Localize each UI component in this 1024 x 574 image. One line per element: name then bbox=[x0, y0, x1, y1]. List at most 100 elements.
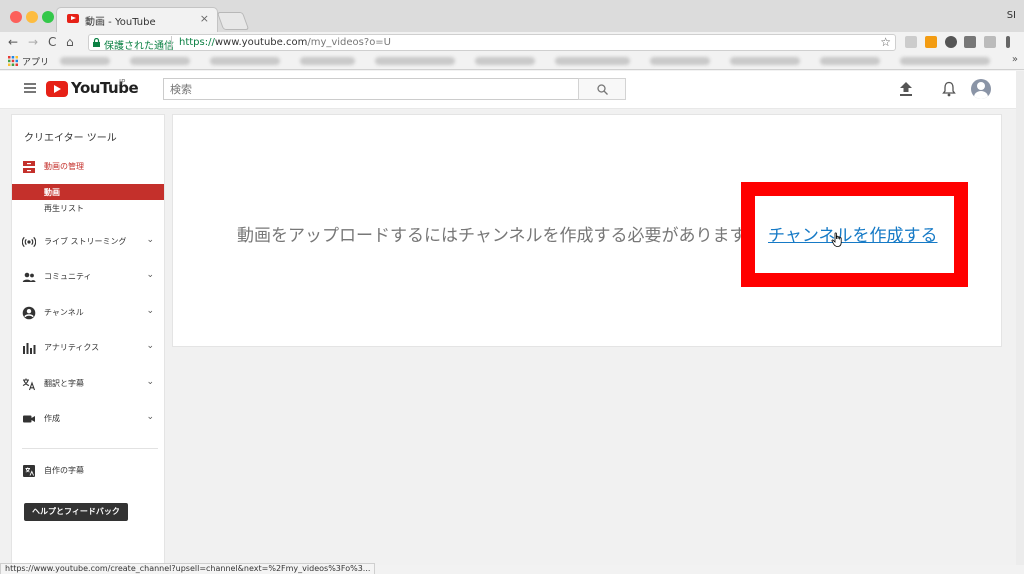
home-button[interactable]: ⌂ bbox=[66, 34, 74, 50]
video-manager-icon bbox=[23, 161, 35, 173]
sidebar-item-analytics[interactable]: アナリティクス ⌄ bbox=[12, 338, 164, 358]
channel-icon bbox=[22, 306, 36, 320]
avatar[interactable] bbox=[971, 79, 991, 99]
url-scheme: https:// bbox=[179, 37, 215, 48]
region-label: JP bbox=[119, 78, 126, 86]
search-button[interactable] bbox=[578, 78, 626, 100]
profile-initials[interactable]: SI bbox=[1007, 10, 1016, 21]
bookmark-item[interactable] bbox=[375, 57, 455, 65]
search-icon bbox=[597, 84, 608, 95]
video-camera-icon bbox=[23, 415, 35, 423]
guide-menu-icon[interactable] bbox=[24, 83, 36, 93]
sidebar-item-label: 作成 bbox=[44, 414, 60, 423]
chevron-down-icon: ⌄ bbox=[146, 270, 154, 280]
youtube-favicon-icon bbox=[67, 14, 79, 23]
back-button[interactable]: ← bbox=[8, 34, 18, 50]
menu-icon[interactable] bbox=[1006, 36, 1010, 48]
sidebar-item-community[interactable]: コミュニティ ⌄ bbox=[12, 267, 164, 287]
url-path: /my_videos?o=U bbox=[307, 37, 392, 48]
sidebar-item-create[interactable]: 作成 ⌄ bbox=[12, 409, 164, 429]
bookmark-item[interactable] bbox=[210, 57, 280, 65]
sidebar-item-channel[interactable]: チャンネル ⌄ bbox=[12, 303, 164, 323]
url-text: https://www.youtube.com/my_videos?o=U bbox=[179, 37, 391, 48]
hand-cursor-icon bbox=[831, 232, 842, 247]
sidebar-item-label: ライブ ストリーミング bbox=[44, 237, 127, 246]
sidebar-item-live[interactable]: ライブ ストリーミング ⌄ bbox=[12, 232, 164, 252]
youtube-logo-icon[interactable] bbox=[46, 81, 68, 97]
address-bar[interactable]: 保護された通信 https://www.youtube.com/my_video… bbox=[88, 34, 896, 52]
extension-icon[interactable] bbox=[984, 36, 996, 48]
apps-grid-icon[interactable] bbox=[8, 56, 18, 66]
browser-tab[interactable]: 動画 - YouTube × bbox=[56, 7, 218, 32]
url-host: www.youtube.com bbox=[214, 37, 308, 48]
status-bar-url: https://www.youtube.com/create_channel?u… bbox=[0, 563, 376, 574]
chevron-down-icon: ⌄ bbox=[146, 341, 154, 351]
tab-title: 動画 - YouTube bbox=[85, 17, 156, 28]
bookmarks-bar: アプリ » bbox=[0, 52, 1024, 70]
subtitles-icon bbox=[23, 465, 35, 477]
page-content: クリエイター ツール 動画の管理 動画 再生リスト ライブ ストリーミング ⌄ … bbox=[0, 110, 1016, 565]
sidebar-subitem-playlists[interactable]: 再生リスト bbox=[12, 200, 164, 216]
sidebar-item-label: 翻訳と字幕 bbox=[44, 379, 84, 388]
sidebar-subitem-label: 動画 bbox=[44, 188, 60, 197]
sidebar-item-label: アナリティクス bbox=[44, 343, 100, 352]
forward-button[interactable]: → bbox=[28, 34, 38, 50]
sidebar-subitem-label: 再生リスト bbox=[44, 204, 84, 213]
sidebar-item-video-manager[interactable]: 動画の管理 bbox=[12, 157, 164, 177]
sidebar-divider bbox=[22, 448, 158, 449]
youtube-masthead: YouTube JP bbox=[0, 71, 1016, 109]
bookmark-item[interactable] bbox=[300, 57, 355, 65]
browser-window: 動画 - YouTube × SI ← → C ⌂ 保護された通信 https:… bbox=[0, 0, 1024, 574]
bookmark-item[interactable] bbox=[730, 57, 800, 65]
bookmark-item[interactable] bbox=[900, 57, 990, 65]
main-content-card: 動画をアップロードするにはチャンネルを作成する必要があります チャンネルを作成す… bbox=[172, 114, 1002, 347]
new-tab-button[interactable] bbox=[216, 12, 250, 30]
bookmark-item[interactable] bbox=[820, 57, 880, 65]
lock-icon bbox=[93, 38, 100, 47]
sidebar-item-label: 自作の字幕 bbox=[44, 466, 84, 475]
close-window-button[interactable] bbox=[10, 11, 22, 23]
bookmark-star-icon[interactable]: ☆ bbox=[880, 35, 891, 49]
youtube-logo-text[interactable]: YouTube bbox=[71, 79, 139, 97]
extension-icon[interactable] bbox=[905, 36, 917, 48]
notifications-bell-icon[interactable] bbox=[942, 81, 956, 97]
upload-icon[interactable] bbox=[899, 81, 913, 97]
minimize-window-button[interactable] bbox=[26, 11, 38, 23]
page-scrollbar[interactable] bbox=[1016, 71, 1024, 565]
sidebar-item-own-subtitles[interactable]: 自作の字幕 bbox=[12, 461, 164, 481]
bookmark-item[interactable] bbox=[555, 57, 630, 65]
analytics-icon bbox=[23, 343, 36, 354]
reload-button[interactable]: C bbox=[48, 34, 56, 50]
sidebar-item-translations[interactable]: 翻訳と字幕 ⌄ bbox=[12, 374, 164, 394]
url-separator bbox=[171, 36, 172, 49]
extension-icon[interactable] bbox=[945, 36, 957, 48]
highlight-box bbox=[741, 182, 968, 287]
sidebar-item-label: 動画の管理 bbox=[44, 162, 84, 171]
browser-toolbar: ← → C ⌂ 保護された通信 https://www.youtube.com/… bbox=[0, 32, 1024, 52]
help-feedback-button[interactable]: ヘルプとフィードバック bbox=[24, 503, 128, 521]
chevron-down-icon: ⌄ bbox=[146, 377, 154, 387]
bookmark-item[interactable] bbox=[130, 57, 190, 65]
tab-close-icon[interactable]: × bbox=[200, 12, 209, 25]
translate-icon bbox=[22, 378, 36, 391]
chevron-down-icon: ⌄ bbox=[146, 412, 154, 422]
live-icon bbox=[22, 236, 36, 248]
extension-icon[interactable] bbox=[964, 36, 976, 48]
bookmarks-overflow-icon[interactable]: » bbox=[1012, 54, 1018, 65]
upload-requirement-message: 動画をアップロードするにはチャンネルを作成する必要があります bbox=[237, 226, 747, 246]
sidebar-title: クリエイター ツール bbox=[24, 133, 117, 144]
tab-bar: 動画 - YouTube × SI bbox=[0, 0, 1024, 32]
creator-sidebar: クリエイター ツール 動画の管理 動画 再生リスト ライブ ストリーミング ⌄ … bbox=[11, 114, 165, 565]
sidebar-subitem-videos[interactable]: 動画 bbox=[12, 184, 164, 200]
community-icon bbox=[22, 272, 36, 282]
chevron-down-icon: ⌄ bbox=[146, 306, 154, 316]
bookmark-item[interactable] bbox=[60, 57, 110, 65]
apps-label[interactable]: アプリ bbox=[22, 55, 49, 68]
search-input[interactable] bbox=[163, 78, 579, 100]
secure-label: 保護された通信 bbox=[104, 41, 174, 52]
bookmark-item[interactable] bbox=[475, 57, 535, 65]
maximize-window-button[interactable] bbox=[42, 11, 54, 23]
extension-icon[interactable] bbox=[925, 36, 937, 48]
chevron-down-icon: ⌄ bbox=[146, 235, 154, 245]
bookmark-item[interactable] bbox=[650, 57, 710, 65]
